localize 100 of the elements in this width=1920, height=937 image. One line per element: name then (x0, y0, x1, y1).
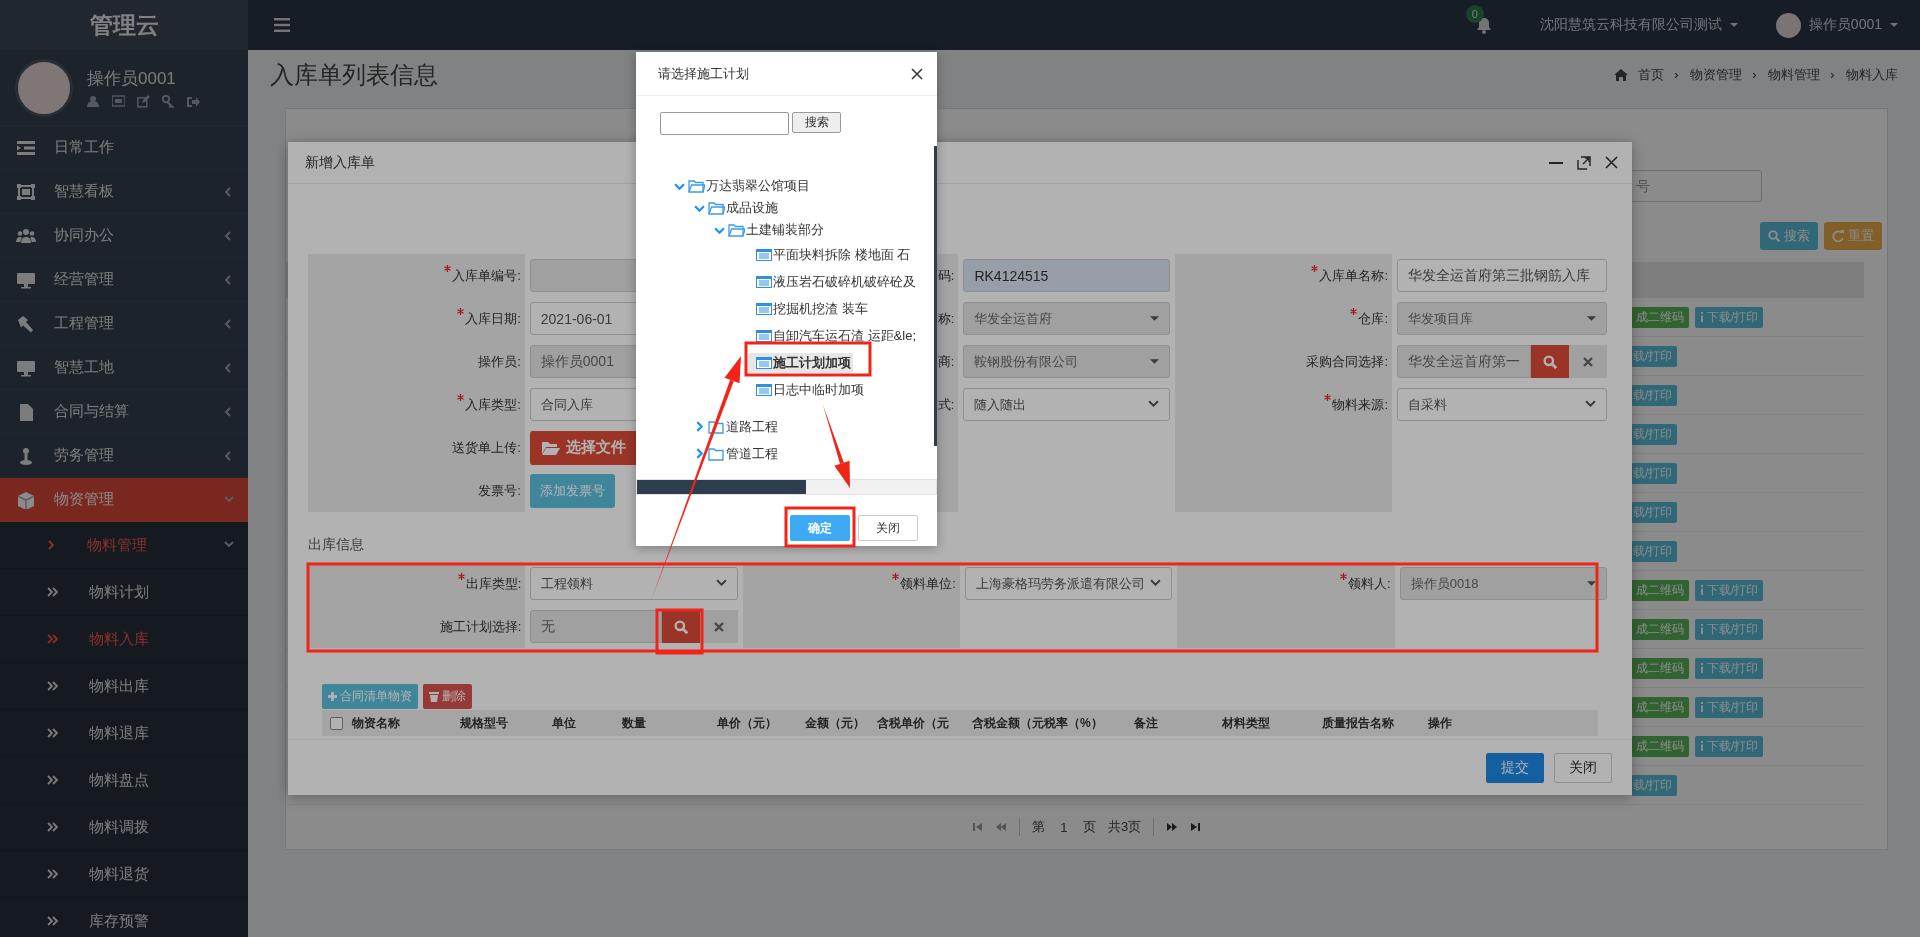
tree-node[interactable]: 万达翡翠公馆项目 (688, 176, 812, 196)
field-label: 入库类型: (465, 396, 521, 414)
bell-icon (1475, 16, 1492, 34)
close-icon (1605, 156, 1618, 169)
menu-item[interactable]: 智慧看板 (0, 170, 248, 214)
home-icon (1614, 69, 1628, 81)
qrcode-button[interactable]: 成二维码 (1631, 306, 1689, 328)
info-icon (1700, 585, 1704, 595)
chevron-down-icon (715, 578, 727, 589)
tree-node[interactable]: 土建铺装部分 (728, 220, 826, 240)
required-icon (1350, 308, 1358, 315)
caret-icon (1150, 316, 1160, 321)
select-field[interactable]: 随入随出 (963, 388, 1171, 421)
delete-button[interactable]: 删除 (423, 684, 472, 709)
breadcrumb-link[interactable]: 物料入库 (1846, 66, 1898, 84)
close-button[interactable]: 关闭 (1554, 752, 1612, 783)
close-icon (713, 621, 724, 632)
qrcode-button[interactable]: 成二维码 (1631, 696, 1689, 718)
required-icon (457, 573, 465, 580)
breadcrumb-link[interactable]: 物资管理 (1690, 66, 1742, 84)
user-icon (87, 95, 100, 108)
tree-node[interactable]: 日志中临时加项 (748, 379, 866, 400)
required-icon (1340, 573, 1348, 580)
list-icon (756, 301, 772, 316)
last-page-icon (1190, 822, 1201, 832)
clear-button[interactable] (1569, 345, 1607, 378)
add-button[interactable]: 合同清单物资 (322, 684, 418, 709)
field-label: 入库单名称: (1319, 267, 1388, 285)
minimize-icon (1549, 161, 1563, 164)
submit-button[interactable]: 提交 (1486, 752, 1544, 783)
qrcode-button[interactable]: 成二维码 (1631, 618, 1689, 640)
pager-label: 第 (1031, 818, 1045, 836)
required-icon (892, 573, 900, 580)
select-field[interactable]: 上海豪格玛劳务派遣有限公司 (965, 567, 1173, 600)
list-icon (756, 328, 772, 343)
folder-icon (708, 446, 725, 461)
previous-page-icon (994, 822, 1007, 832)
menu-item[interactable]: 日常工作 (0, 126, 248, 170)
double-chevron-icon (47, 634, 59, 644)
page-total: 共3页 (1107, 818, 1142, 836)
search-icon (1543, 354, 1557, 369)
brand-title: 管理云 (0, 0, 248, 50)
user-name[interactable]: 操作员0001 (1808, 16, 1882, 34)
search-button[interactable]: 搜索 (792, 112, 841, 133)
select-field[interactable]: 工程领料 (530, 567, 738, 600)
tree-node[interactable]: 管道工程 (708, 443, 780, 464)
menu-item[interactable]: 合同与结算 (0, 390, 248, 434)
folder-icon (688, 179, 705, 193)
tree-node[interactable]: 平面块料拆除 楼地面 石 (748, 244, 913, 265)
menu-item[interactable]: 智慧工地 (0, 346, 248, 390)
qrcode-button[interactable]: 成二维码 (1631, 657, 1689, 679)
input-field[interactable]: 华发全运首府第三批钢筋入库 (1397, 259, 1607, 292)
search-field[interactable] (660, 112, 789, 135)
select-field[interactable]: 自采料 (1397, 388, 1607, 421)
close-button[interactable]: 关闭 (858, 515, 918, 541)
folder-icon (728, 223, 745, 237)
page-number-field[interactable]: 1 (1056, 819, 1071, 835)
field-label: 施工计划选择: (439, 618, 522, 636)
company-name[interactable]: 沈阳慧筑云科技有限公司测试 (1539, 16, 1722, 34)
breadcrumb-link[interactable]: 首页 (1638, 66, 1664, 84)
folder-icon (708, 201, 725, 215)
tree-node[interactable]: 液压岩石破碎机破碎砼及 (748, 271, 918, 292)
qrcode-button[interactable]: 成二维码 (1631, 579, 1689, 601)
qrcode-button[interactable]: 成二维码 (1631, 735, 1689, 757)
column-header: 税率（%） (1044, 714, 1104, 732)
field-label: 发票号: (478, 482, 521, 500)
list-icon (756, 274, 772, 289)
add-invoice-button[interactable]: 添加发票号 (529, 473, 615, 508)
caret-icon (1150, 359, 1160, 364)
people-icon (16, 226, 36, 245)
required-icon (1324, 394, 1332, 401)
field-label: 称: (937, 310, 955, 328)
chevron-left-icon (224, 362, 234, 373)
field-label: 领料人: (1348, 575, 1391, 593)
caret-icon (1729, 23, 1738, 27)
field-label: 出库类型: (465, 575, 522, 593)
menu-item[interactable]: 经营管理 (0, 258, 248, 302)
menu-item[interactable]: 协同办公 (0, 214, 248, 258)
avatar (1775, 12, 1801, 38)
tree-node[interactable]: 挖掘机挖渣 装车 (748, 298, 870, 319)
double-chevron-icon (47, 822, 59, 832)
info-icon (1700, 312, 1704, 322)
choose-file-button[interactable]: 选择文件 (529, 430, 638, 465)
search-button[interactable] (1531, 345, 1569, 378)
trash-icon (429, 691, 439, 702)
id-card-icon (112, 95, 125, 108)
tree-node[interactable]: 施工计划加项 (748, 352, 853, 373)
required-icon (457, 394, 465, 401)
tree-node[interactable]: 成品设施 (708, 198, 780, 218)
column-header: 质量报告名称 (1322, 714, 1395, 732)
key-icon (162, 95, 175, 108)
tree-node[interactable]: 自卸汽车运石渣 运距&le; (748, 325, 918, 346)
chevron-left-icon (224, 274, 234, 285)
chevron-left-icon (224, 318, 234, 329)
confirm-button[interactable]: 确定 (790, 515, 850, 541)
breadcrumb-link[interactable]: 物料管理 (1768, 66, 1820, 84)
menu-item[interactable]: 物资管理 (0, 478, 248, 522)
chevron-down-icon (224, 494, 234, 505)
double-chevron-icon (47, 587, 59, 597)
checkbox[interactable] (330, 716, 343, 730)
